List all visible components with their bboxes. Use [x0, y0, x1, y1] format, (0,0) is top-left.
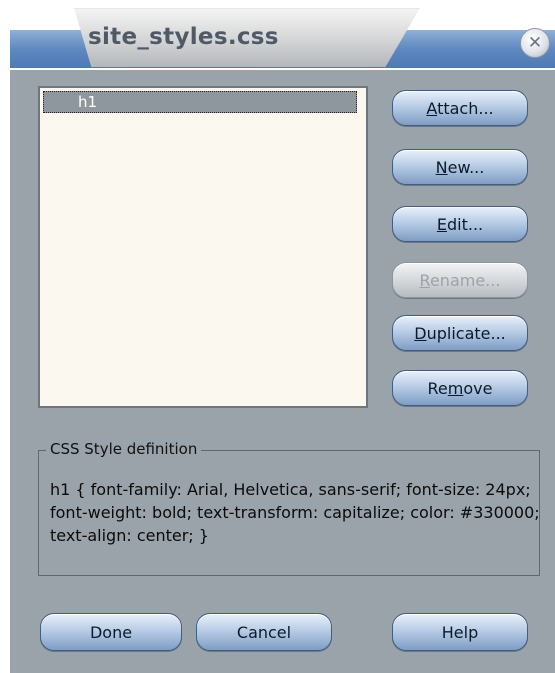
title-bar: site_styles.css ✕ [10, 0, 555, 70]
new-button[interactable]: New... [392, 149, 528, 185]
list-item[interactable]: h1 [43, 91, 357, 113]
rename-button: Rename... [392, 262, 528, 298]
duplicate-button-label: Duplicate... [414, 323, 506, 343]
cancel-button[interactable]: Cancel [196, 613, 332, 651]
close-button[interactable]: ✕ [520, 28, 550, 58]
remove-button-label: Remove [427, 378, 493, 398]
duplicate-button[interactable]: Duplicate... [392, 315, 528, 351]
attach-button-label: Attach... [426, 98, 494, 118]
css-definition-legend: CSS Style definition [46, 440, 202, 458]
styles-list[interactable]: h1 [38, 86, 368, 408]
new-button-label: New... [435, 157, 485, 177]
help-button-label: Help [441, 622, 479, 642]
dialog-window: site_styles.css ✕ h1 Attach... New... Ed… [10, 0, 555, 673]
close-icon: ✕ [527, 33, 543, 53]
edit-button[interactable]: Edit... [392, 206, 528, 242]
done-button-label: Done [89, 622, 133, 642]
window-title: site_styles.css [88, 24, 279, 50]
titlebar-divider [10, 68, 555, 70]
attach-button[interactable]: Attach... [392, 90, 528, 126]
rename-button-label: Rename... [419, 270, 501, 290]
css-definition-text: h1 { font-family: Arial, Helvetica, sans… [50, 480, 540, 545]
edit-button-label: Edit... [436, 214, 484, 234]
done-button[interactable]: Done [40, 613, 182, 651]
remove-button[interactable]: Remove [392, 370, 528, 406]
help-button[interactable]: Help [392, 613, 528, 651]
cancel-button-label: Cancel [236, 622, 292, 642]
